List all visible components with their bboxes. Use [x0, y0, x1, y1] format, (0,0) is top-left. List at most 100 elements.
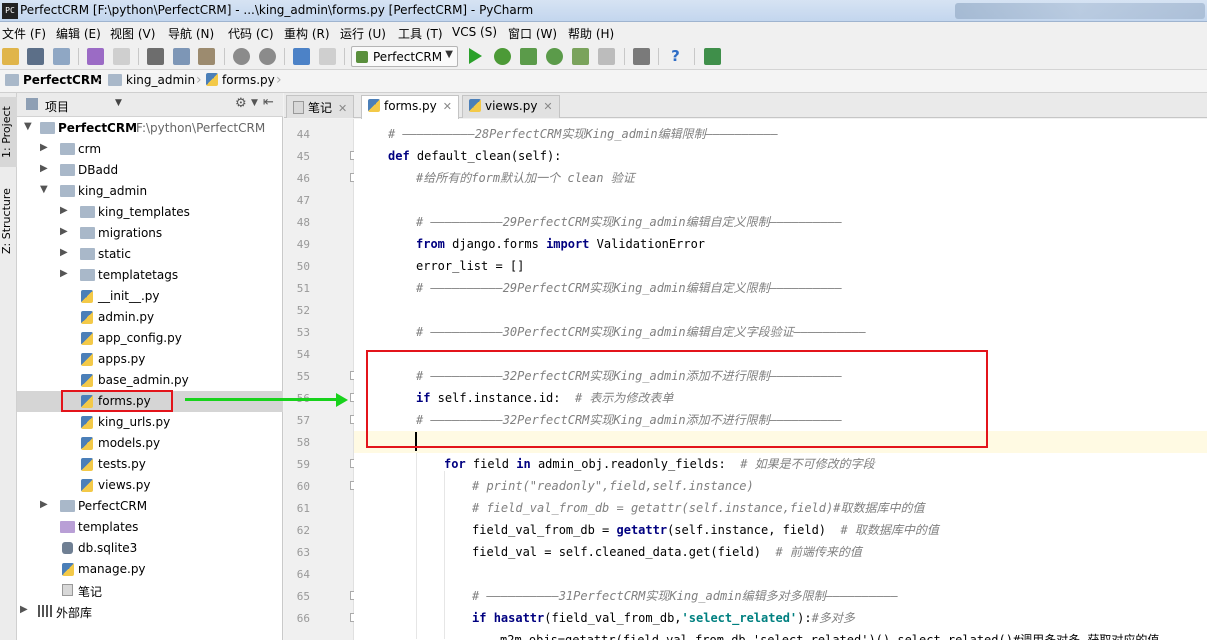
code-text: field_val_from_db = [472, 523, 617, 537]
code-line-66: if hasattr(field_val_from_db,'select_rel… [472, 607, 855, 629]
chevron-down-icon[interactable]: ▼ [251, 98, 258, 108]
breadcrumb-project[interactable]: PerfectCRM [5, 73, 102, 91]
code-text: django.forms [444, 237, 547, 251]
chevron-right-icon[interactable]: ▶ [60, 268, 70, 279]
code-line-46: #给所有的form默认加一个 clean 验证 [416, 171, 635, 185]
main-toolbar: PerfectCRM ▼ ? [0, 43, 1207, 70]
tree-item[interactable]: ▶ crm [17, 139, 283, 160]
menu-refactor[interactable]: 重构 (R) [284, 25, 330, 42]
tree-item-label: db.sqlite3 [78, 541, 138, 555]
debug-icon[interactable] [494, 48, 511, 65]
paste-icon[interactable] [198, 48, 215, 65]
tab-forms-py[interactable]: forms.py ✕ [361, 95, 459, 119]
chevron-right-icon[interactable]: ▶ [60, 247, 70, 258]
menu-tools[interactable]: 工具 (T) [398, 25, 443, 42]
menu-run[interactable]: 运行 (U) [340, 25, 386, 42]
tree-item[interactable]: apps.py [17, 349, 283, 370]
line-number: 61 [296, 502, 310, 515]
tree-item[interactable]: ▶ PerfectCRM [17, 496, 283, 517]
close-icon[interactable]: ✕ [338, 102, 347, 115]
concurrency-icon[interactable] [572, 48, 589, 65]
tree-root[interactable]: ▼ PerfectCRM F:\python\PerfectCRM [17, 118, 283, 139]
tab-structure-tool[interactable]: Z: Structure [0, 181, 17, 261]
tree-item[interactable]: ▼ king_admin [17, 181, 283, 202]
menu-window[interactable]: 窗口 (W) [508, 25, 557, 42]
cut-icon[interactable] [147, 48, 164, 65]
line-number: 55 [296, 370, 310, 383]
menu-help[interactable]: 帮助 (H) [568, 25, 614, 42]
replace-icon[interactable] [259, 48, 276, 65]
tree-item[interactable]: ▶ king_templates [17, 202, 283, 223]
stop-icon[interactable] [598, 48, 615, 65]
tree-item[interactable]: models.py [17, 433, 283, 454]
undo-icon[interactable] [87, 48, 104, 65]
tree-item[interactable]: views.py [17, 475, 283, 496]
code-text: admin_obj.readonly_fields: [530, 457, 741, 471]
run-icon[interactable] [469, 48, 482, 64]
chevron-right-icon[interactable]: ▶ [40, 499, 50, 510]
tree-item[interactable]: ▶ templatetags [17, 265, 283, 286]
breadcrumb-folder[interactable]: king_admin [108, 73, 195, 91]
toolbar-separator [624, 48, 625, 65]
menu-view[interactable]: 视图 (V) [110, 25, 155, 42]
open-folder-icon[interactable] [2, 48, 19, 65]
tree-item-label: admin.py [98, 310, 155, 324]
chevron-right-icon[interactable]: ▶ [20, 604, 30, 615]
tree-item[interactable]: ▶ 外部库 [17, 601, 283, 622]
tree-item-label: __init__.py [98, 289, 160, 303]
profile-icon[interactable] [546, 48, 563, 65]
menu-edit[interactable]: 编辑 (E) [56, 25, 101, 42]
forward-icon[interactable] [319, 48, 336, 65]
chevron-right-icon[interactable]: ▶ [40, 163, 50, 174]
run-configuration-select[interactable]: PerfectCRM ▼ [351, 46, 458, 67]
tree-item[interactable]: ▶ static [17, 244, 283, 265]
coverage-icon[interactable] [520, 48, 537, 65]
tree-item[interactable]: 笔记 [17, 580, 283, 601]
project-view-label[interactable]: 项目 [45, 98, 69, 115]
chevron-down-icon[interactable]: ▼ [40, 184, 50, 195]
builtin: hasattr [493, 611, 545, 625]
hide-panel-icon[interactable]: ⇤ [263, 95, 274, 110]
tree-item[interactable]: ▶ DBadd [17, 160, 283, 181]
tree-item[interactable]: app_config.py [17, 328, 283, 349]
tree-item[interactable]: __init__.py [17, 286, 283, 307]
vcs-update-icon[interactable] [704, 48, 721, 65]
find-icon[interactable] [233, 48, 250, 65]
menu-navigate[interactable]: 导航 (N) [168, 25, 214, 42]
close-icon[interactable]: ✕ [443, 100, 452, 113]
close-icon[interactable]: ✕ [543, 100, 552, 113]
settings-wrench-icon[interactable] [633, 48, 650, 65]
chevron-right-icon[interactable]: ▶ [60, 205, 70, 216]
redo-icon[interactable] [113, 48, 130, 65]
tab-notes[interactable]: 笔记 ✕ [286, 95, 355, 118]
help-icon[interactable]: ? [667, 48, 684, 65]
tree-item[interactable]: king_urls.py [17, 412, 283, 433]
gear-icon[interactable]: ⚙ [235, 96, 247, 111]
menu-file[interactable]: 文件 (F) [2, 25, 46, 42]
chevron-right-icon[interactable]: ▶ [60, 226, 70, 237]
tree-item[interactable]: manage.py [17, 559, 283, 580]
tree-item[interactable]: ▶ migrations [17, 223, 283, 244]
tree-item[interactable]: admin.py [17, 307, 283, 328]
copy-icon[interactable] [173, 48, 190, 65]
tab-views-py[interactable]: views.py ✕ [462, 95, 560, 118]
chevron-right-icon[interactable]: ▶ [40, 142, 50, 153]
pycharm-app-icon[interactable]: PC [2, 3, 18, 19]
sync-icon[interactable] [53, 48, 70, 65]
editor-gutter[interactable]: 44 45 46 47 48 49 50 51 52 53 54 55 56 5… [284, 119, 359, 640]
back-icon[interactable] [293, 48, 310, 65]
chevron-down-icon[interactable]: ▼ [24, 121, 34, 132]
menu-code[interactable]: 代码 (C) [228, 25, 274, 42]
breadcrumb-file[interactable]: forms.py [206, 73, 275, 91]
tree-item[interactable]: db.sqlite3 [17, 538, 283, 559]
tree-item[interactable]: base_admin.py [17, 370, 283, 391]
breadcrumb: PerfectCRM › king_admin › forms.py › [0, 70, 1207, 93]
menu-vcs[interactable]: VCS (S) [452, 25, 497, 39]
tree-item[interactable]: templates [17, 517, 283, 538]
tree-item[interactable]: tests.py [17, 454, 283, 475]
chevron-down-icon[interactable]: ▼ [115, 98, 122, 108]
save-icon[interactable] [27, 48, 44, 65]
tab-project-tool[interactable]: 1: Project [0, 97, 17, 167]
python-config-icon [356, 51, 368, 63]
python-file-icon [81, 479, 93, 492]
